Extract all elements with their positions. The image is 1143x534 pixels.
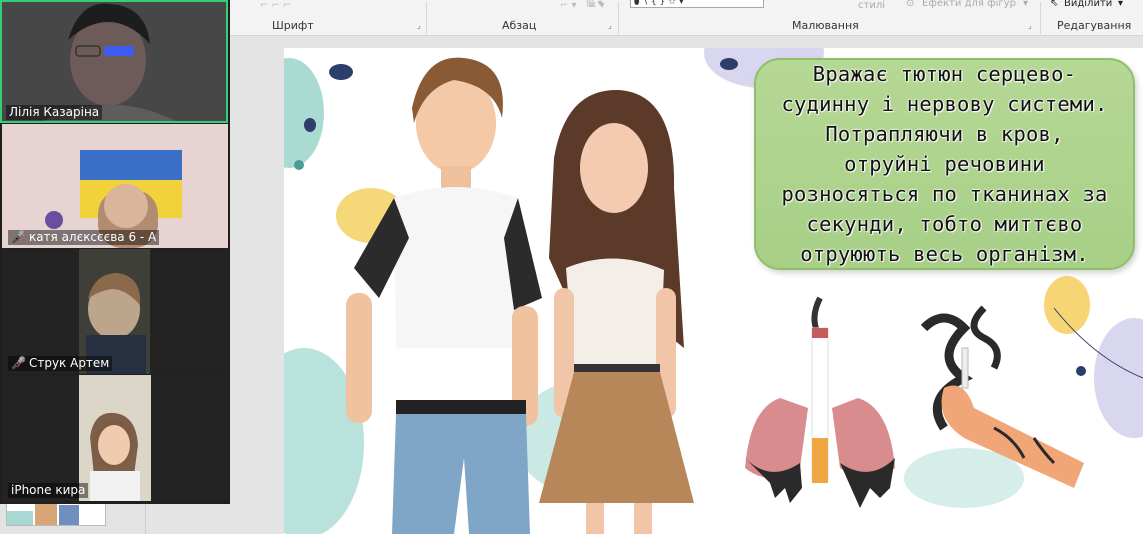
group-paragraph-label: Абзац [502,19,537,32]
callout-text-line: секунди, тобто миттєво [806,212,1083,236]
shape-effects-icon[interactable]: ⊙ [906,0,914,9]
participant-name: Струк Артем [28,356,110,370]
thumbnail-shape [7,511,33,525]
group-divider [426,2,427,34]
smoking-lungs-illustration [745,296,895,508]
decorative-spot [294,160,304,170]
group-divider [1040,2,1041,34]
select-button[interactable]: Виділити [1064,0,1112,9]
arrange-icon[interactable]: ⊞ ▾ [586,0,603,9]
video-gallery-panel: Лілія Казаріна 🎤̸ катя алєксєєва 6 - А 🎤… [0,0,230,504]
participant-tile[interactable]: iPhone кира [2,375,228,501]
ribbon: ⌐ ⌐ ⌐ Шрифт ⌟ ⌐ ▾ ≡ ▾ Абзац ⌟ ⬮ ∖ { } ☆ … [230,0,1143,36]
participant-name-label: Лілія Казаріна [6,105,103,120]
paragraph-controls-icon[interactable]: ⌐ ▾ [560,0,577,11]
group-drawing-label: Малювання [792,19,859,32]
callout-text[interactable]: Вражає тютюн серцево-судинну і нервову с… [781,59,1107,269]
participant-name: Лілія Казаріна [9,105,100,119]
callout-text-line: розносяться по тканинах за [781,182,1108,206]
select-dropdown-icon[interactable]: ▾ [1118,0,1123,9]
callout-text-line: отруюють весь організм. [800,242,1089,266]
shape-effects-button[interactable]: Ефекти для фігур [922,0,1016,9]
decorative-line [1054,307,1143,379]
shapes-gallery[interactable]: ⬮ ∖ { } ☆ ▾ [630,0,764,8]
shape-effects-dropdown-icon[interactable]: ▾ [1023,0,1028,9]
styles-label[interactable]: стилі [858,0,885,11]
participant-tile[interactable]: 🎤̸ Струк Артем [2,249,228,374]
callout-text-line: Вражає тютюн серцево- [812,62,1077,86]
participant-tile[interactable]: 🎤̸ катя алєксєєва 6 - А [2,124,228,248]
thumbnail-shape [59,505,79,525]
select-cursor-icon[interactable]: ⇖ [1050,0,1058,9]
callout-text-line: Потрапляючи в кров, [825,122,1064,146]
font-controls-icon[interactable]: ⌐ ⌐ ⌐ [260,0,292,11]
drawing-dialog-launcher-icon[interactable]: ⌟ [1028,21,1032,30]
group-divider [618,2,619,34]
participant-name: катя алєксєєва 6 - А [28,230,157,244]
callout-shape[interactable]: Вражає тютюн серцево-судинну і нервову с… [754,58,1135,270]
group-editing-label: Редагування [1057,19,1132,32]
group-font-label: Шрифт [272,19,314,32]
font-dialog-launcher-icon[interactable]: ⌟ [417,21,421,30]
thumbnail-shape [35,501,57,525]
callout-text-line: судинну і нервову системи. [781,92,1108,116]
participant-name-label: 🎤̸ Струк Артем [8,356,113,371]
screen: ⌐ ⌐ ⌐ Шрифт ⌟ ⌐ ▾ ≡ ▾ Абзац ⌟ ⬮ ∖ { } ☆ … [0,0,1143,534]
participant-name: iPhone кира [11,483,86,497]
callout-text-line: отруйні речовини [844,152,1045,176]
participant-name-label: 🎤̸ катя алєксєєва 6 - А [8,230,160,245]
participant-name-label: iPhone кира [8,483,89,498]
paragraph-dialog-launcher-icon[interactable]: ⌟ [608,21,612,30]
muted-mic-icon: 🎤̸ [11,230,26,244]
muted-mic-icon: 🎤̸ [11,356,26,370]
participant-tile[interactable]: Лілія Казаріна [0,0,228,123]
teen-couple-illustration [346,57,694,534]
